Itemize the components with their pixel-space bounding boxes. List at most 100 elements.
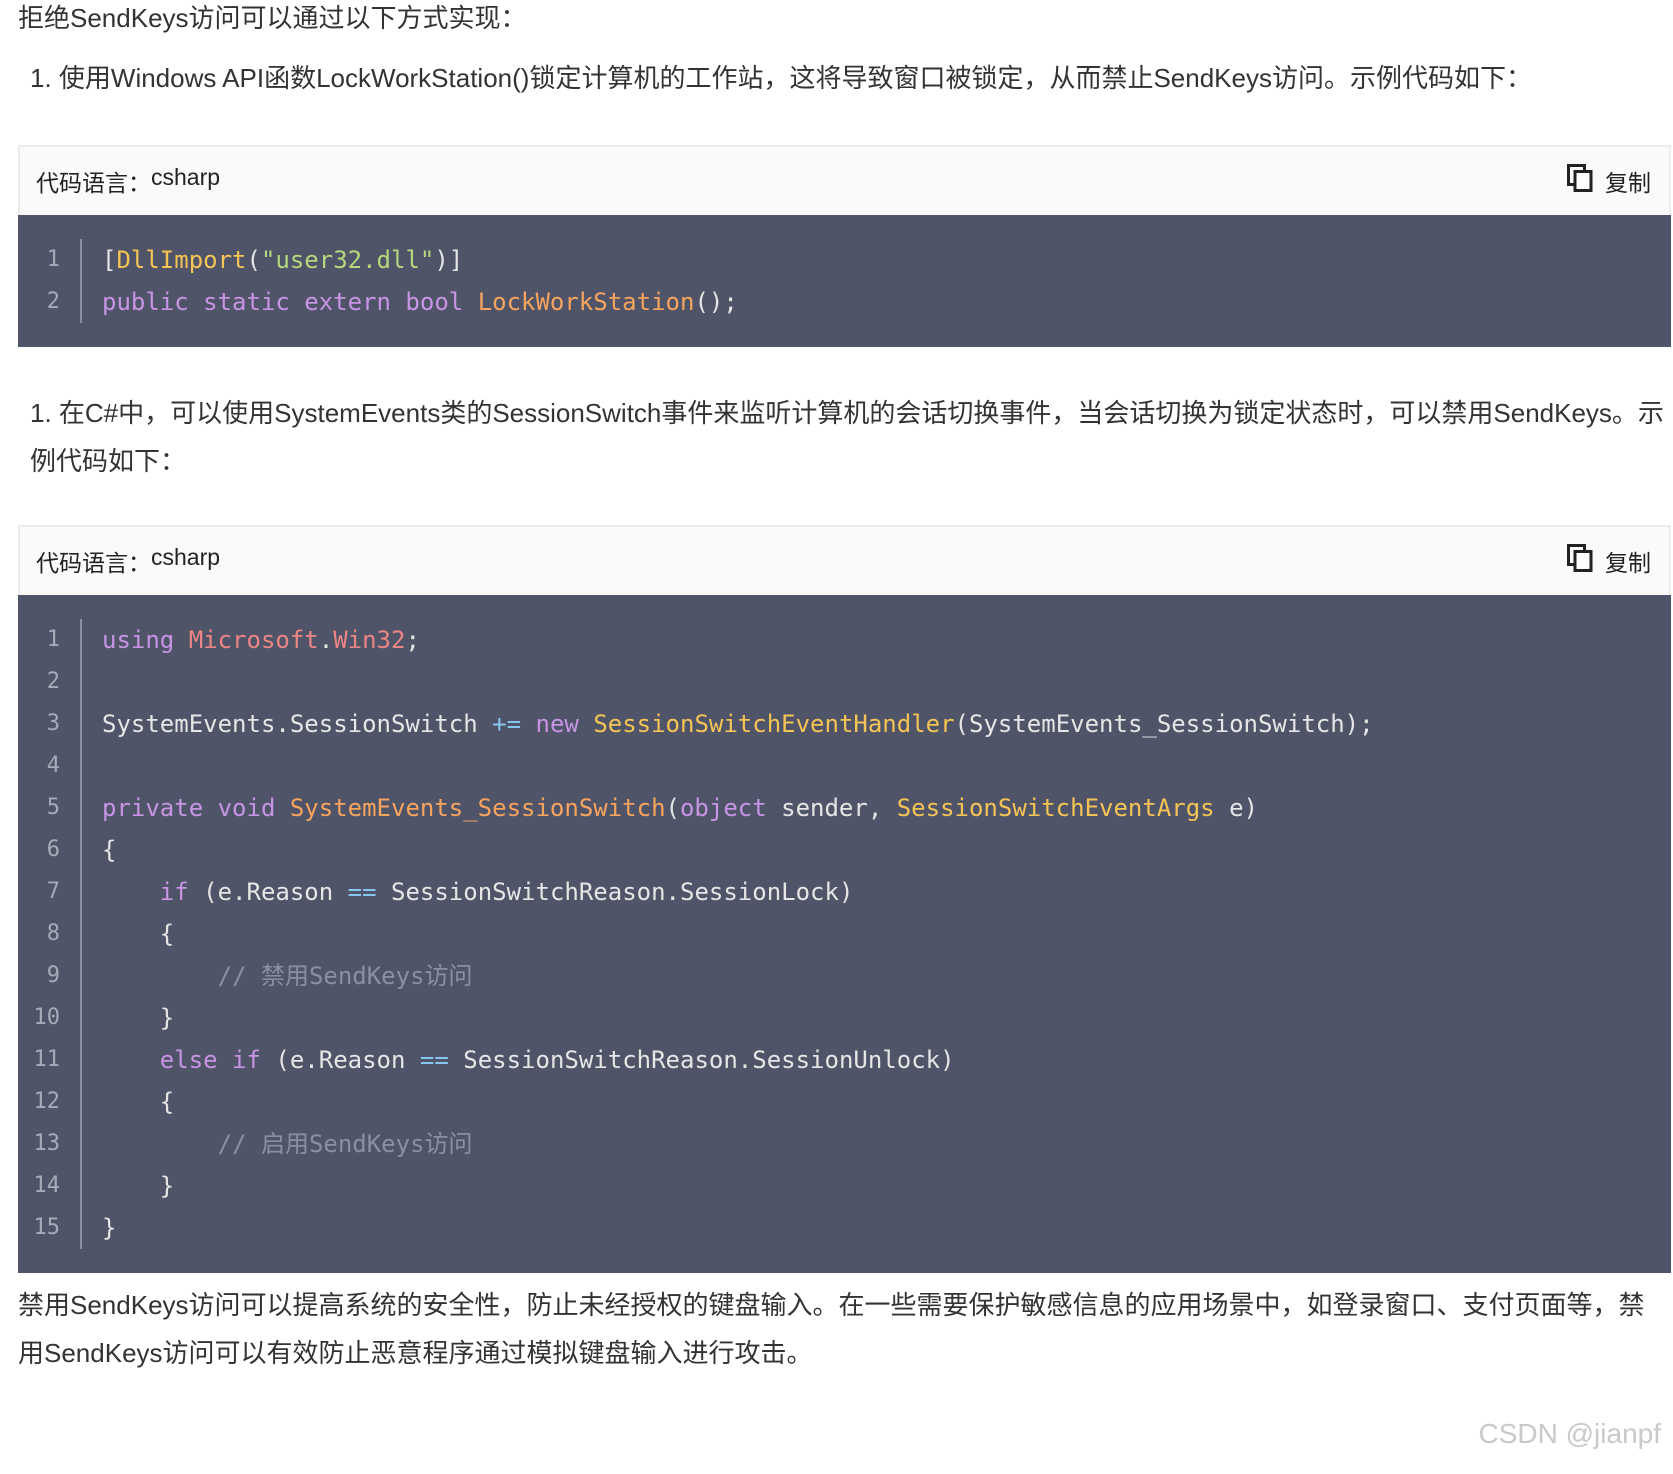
code-line: 1 [DllImport("user32.dll")] [18, 239, 1671, 281]
code-token: Microsoft [188, 626, 319, 654]
code-text: using Microsoft.Win32; [102, 619, 1671, 661]
item2-paragraph: 1. 在C#中，可以使用SystemEvents类的SessionSwitch事… [30, 398, 1664, 476]
code-text: } [102, 1165, 1671, 1207]
code-token: SessionSwitchEventArgs [896, 794, 1215, 822]
code-token: ( [665, 794, 680, 822]
item1-paragraph: 1. 使用Windows API函数LockWorkStation()锁定计算机… [30, 63, 1532, 93]
line-number: 1 [46, 627, 60, 652]
code-token: [ [102, 246, 117, 274]
code-line: 10 } [18, 997, 1671, 1039]
gutter-divider [80, 829, 82, 871]
line-number: 6 [46, 837, 60, 862]
line-number: 2 [46, 669, 60, 694]
gutter-divider [80, 619, 82, 661]
code-language: 代码语言： csharp [36, 544, 220, 578]
code-token: public static extern bool [102, 288, 478, 316]
code-token: { [102, 920, 175, 948]
code-token: using [102, 626, 189, 654]
line-number: 10 [33, 1005, 61, 1030]
code-token: { [102, 1088, 175, 1116]
code-token: (SystemEvents_SessionSwitch); [954, 710, 1374, 738]
code-line: 5 private void SystemEvents_SessionSwitch… [18, 787, 1671, 829]
copy-icon [1567, 164, 1593, 198]
line-number: 12 [33, 1089, 61, 1114]
code-token: DllImport [116, 246, 247, 274]
code-token: "user32.dll" [260, 246, 435, 274]
code-line: 14 } [18, 1165, 1671, 1207]
line-number: 1 [46, 247, 60, 272]
gutter-divider [80, 1207, 82, 1249]
gutter-divider [80, 955, 82, 997]
code-line: 7 if (e.Reason == SessionSwitchReason.Se… [18, 871, 1671, 913]
gutter-divider [80, 1165, 82, 1207]
code-language-label: 代码语言： [36, 170, 151, 196]
copy-button[interactable]: 复制 [1567, 544, 1651, 578]
code-language-value: csharp [151, 164, 221, 190]
code-token: if [159, 878, 189, 906]
code-token: == [419, 1046, 449, 1074]
gutter-divider [80, 787, 82, 829]
code-text: } [102, 1207, 1671, 1249]
gutter-divider [80, 281, 82, 323]
code-header: 代码语言： csharp 复制 [18, 145, 1671, 215]
code-text: [DllImport("user32.dll")] [102, 239, 1671, 281]
code-token: SessionSwitchEventHandler [593, 710, 955, 738]
code-token: private void [102, 794, 290, 822]
intro-paragraph: 拒绝SendKeys访问可以通过以下方式实现： [18, 3, 527, 33]
code-text: } [102, 997, 1671, 1039]
copy-button[interactable]: 复制 [1567, 164, 1651, 198]
gutter-divider [80, 1081, 82, 1123]
gutter-divider [80, 661, 82, 703]
line-number: 7 [46, 879, 60, 904]
code-token: e) [1214, 794, 1258, 822]
code-token: += [492, 710, 522, 738]
code-token: SystemEvents_SessionSwitch [289, 794, 666, 822]
code-text: // 禁用SendKeys访问 [102, 955, 1671, 997]
code-token: // 启用SendKeys访问 [217, 1130, 473, 1158]
code-token: else if [159, 1046, 261, 1074]
code-token: LockWorkStation [477, 288, 695, 316]
code-token: SystemEvents.SessionSwitch [102, 710, 493, 738]
code-header: 代码语言： csharp 复制 [18, 525, 1671, 595]
code-token: (e.Reason [188, 878, 348, 906]
code-line: 13 // 启用SendKeys访问 [18, 1123, 1671, 1165]
code-token: Win32 [333, 626, 406, 654]
code-token: // 禁用SendKeys访问 [217, 962, 473, 990]
code-token: == [347, 878, 377, 906]
gutter-divider [80, 913, 82, 955]
line-number: 3 [46, 711, 60, 736]
line-number: 11 [33, 1047, 61, 1072]
gutter-divider [80, 703, 82, 745]
copy-label: 复制 [1605, 170, 1651, 196]
line-number: 13 [33, 1131, 61, 1156]
gutter-divider [80, 1039, 82, 1081]
code-line: 3 SystemEvents.SessionSwitch += new Sessi… [18, 703, 1671, 745]
code-token: } [102, 1214, 117, 1242]
line-number: 2 [46, 289, 60, 314]
code-line: 11 else if (e.Reason == SessionSwitchRea… [18, 1039, 1671, 1081]
gutter-divider [80, 997, 82, 1039]
code-token: . [318, 626, 334, 654]
code-token: )] [434, 246, 464, 274]
code-text: SystemEvents.SessionSwitch += new Sessio… [102, 703, 1671, 745]
code-line: 8 { [18, 913, 1671, 955]
code-text: { [102, 913, 1671, 955]
code-line: 1 using Microsoft.Win32; [18, 619, 1671, 661]
code-token: new [535, 710, 579, 738]
code-line: 6{ [18, 829, 1671, 871]
gutter-divider [80, 745, 82, 787]
code-token: } [102, 1172, 175, 1200]
code-text: else if (e.Reason == SessionSwitchReason… [102, 1039, 1671, 1081]
code-line: 2 [18, 661, 1671, 703]
code-text: { [102, 829, 1671, 871]
conclusion-paragraph: 禁用SendKeys访问可以提高系统的安全性，防止未经授权的键盘输入。在一些需要… [18, 1290, 1645, 1368]
code-token: sender, [766, 794, 897, 822]
code-block-1: 代码语言： csharp 复制 1 [DllImport("user32.dll"… [18, 145, 1671, 347]
code-line: 2 public static extern bool LockWorkStati… [18, 281, 1671, 323]
